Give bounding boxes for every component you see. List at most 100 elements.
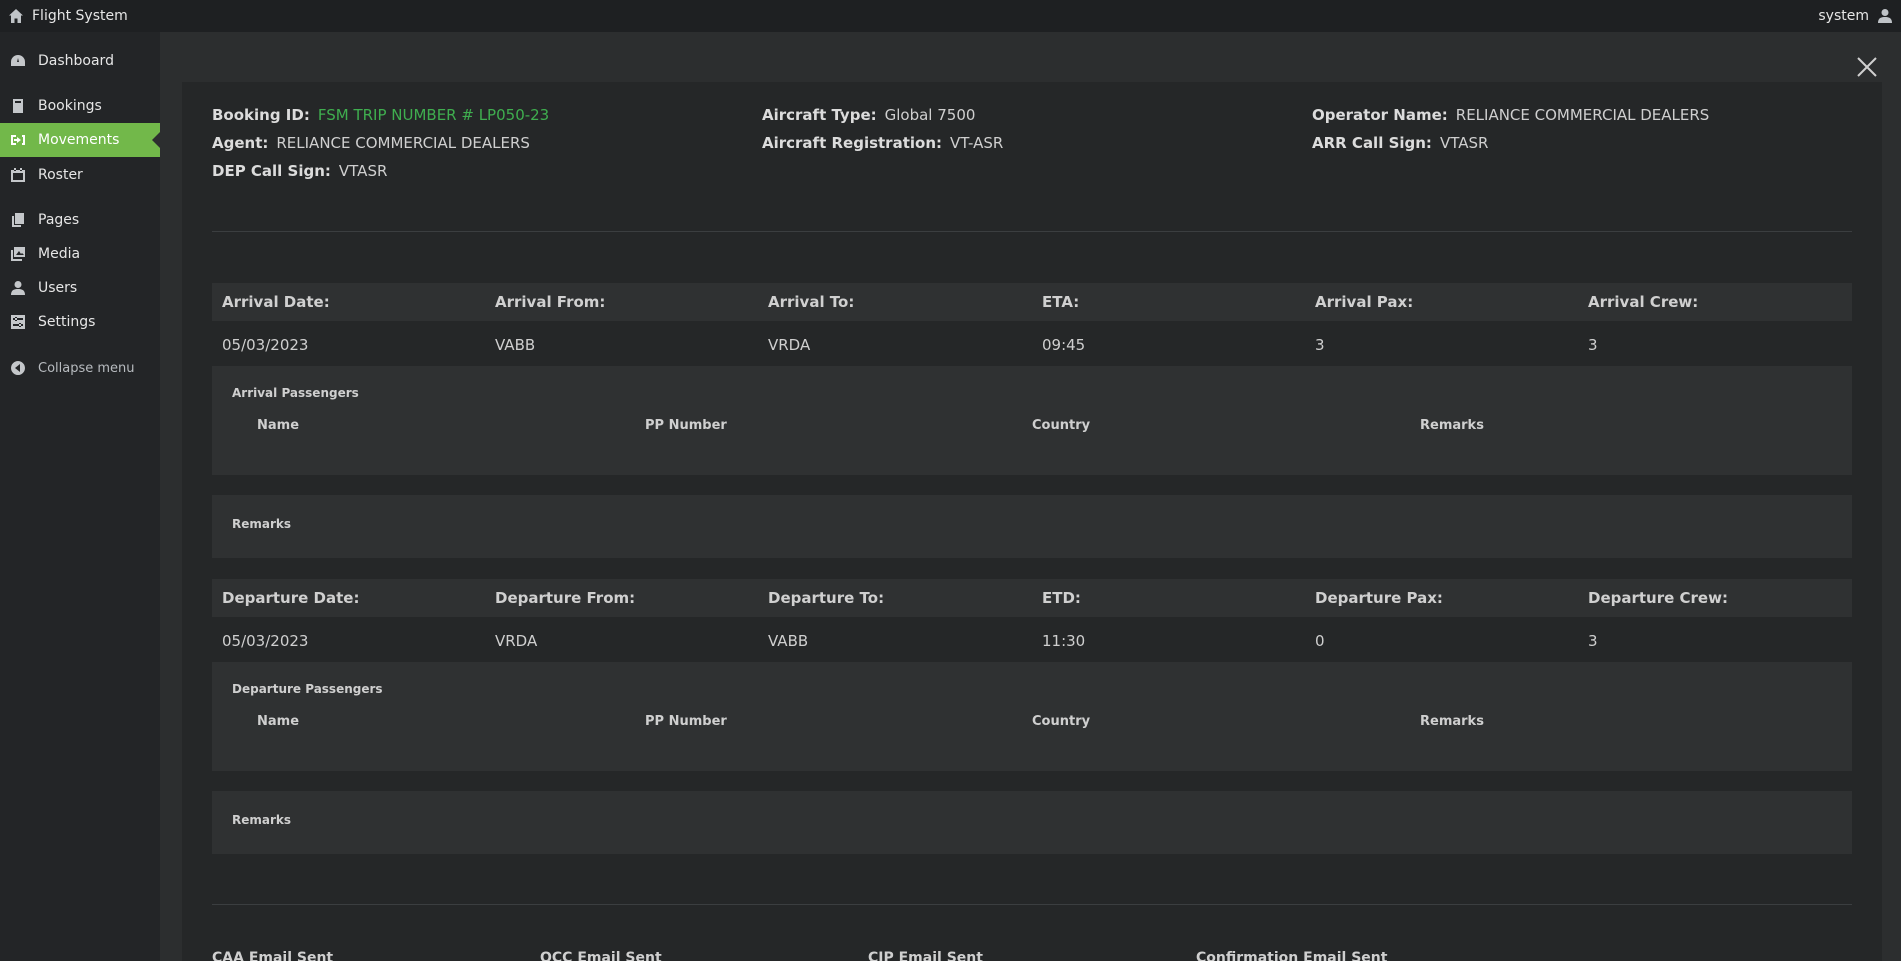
passenger-country-column[interactable]: Country xyxy=(1032,418,1090,433)
arrival-crew-header: Arrival Crew: xyxy=(1588,293,1699,311)
agent-value: RELIANCE COMMERCIAL DEALERS xyxy=(276,134,530,152)
dashboard-icon xyxy=(11,55,25,66)
arrival-remarks-title: Remarks xyxy=(232,517,292,531)
book-icon xyxy=(13,99,23,113)
passenger-name-column[interactable]: Name xyxy=(257,714,299,729)
departure-remarks-box: Remarks xyxy=(212,791,1852,854)
settings-icon xyxy=(11,315,25,329)
sidebar-item-movements[interactable]: Movements xyxy=(0,123,160,157)
arrival-data-row: 05/03/2023 VABB VRDA 09:45 3 3 xyxy=(212,323,1852,367)
top-bar: Flight System system xyxy=(0,0,1901,32)
dep-call-sign-field: DEP Call Sign: VTASR xyxy=(212,162,387,180)
aircraft-registration-label: Aircraft Registration: xyxy=(762,134,942,152)
arrival-crew-value: 3 xyxy=(1588,336,1598,354)
arr-call-sign-field: ARR Call Sign: VTASR xyxy=(1312,134,1488,152)
etd-value: 11:30 xyxy=(1042,632,1086,650)
sidebar-item-label: Dashboard xyxy=(38,53,114,69)
arrival-to-value: VRDA xyxy=(768,336,811,354)
divider xyxy=(212,904,1852,905)
sidebar-item-pages[interactable]: Pages xyxy=(0,203,160,237)
departure-passengers-title: Departure Passengers xyxy=(232,682,383,696)
passenger-country-column[interactable]: Country xyxy=(1032,714,1090,729)
arrival-from-value: VABB xyxy=(495,336,536,354)
sidebar-item-label: Settings xyxy=(38,314,96,330)
arrival-passengers-box: Arrival Passengers Name PP Number Countr… xyxy=(212,366,1852,475)
arrival-from-header: Arrival From: xyxy=(495,293,606,311)
passenger-remarks-column[interactable]: Remarks xyxy=(1420,714,1484,729)
departure-to-header: Departure To: xyxy=(768,589,885,607)
sidebar-item-users[interactable]: Users xyxy=(0,271,160,305)
departure-pax-value: 0 xyxy=(1315,632,1325,650)
collapse-menu-button[interactable]: Collapse menu xyxy=(0,351,160,385)
departure-header-row: Departure Date: Departure From: Departur… xyxy=(212,579,1852,617)
departure-crew-value: 3 xyxy=(1588,632,1598,650)
passenger-name-column[interactable]: Name xyxy=(257,418,299,433)
departure-from-header: Departure From: xyxy=(495,589,636,607)
user-menu[interactable]: system xyxy=(1818,8,1893,24)
sidebar-item-label: Roster xyxy=(38,167,83,183)
sidebar-item-label: Movements xyxy=(38,132,120,148)
sidebar-item-bookings[interactable]: Bookings xyxy=(0,89,160,123)
operator-name-field: Operator Name: RELIANCE COMMERCIAL DEALER… xyxy=(1312,106,1709,124)
user-name: system xyxy=(1818,8,1869,24)
passenger-remarks-column[interactable]: Remarks xyxy=(1420,418,1484,433)
sidebar-item-label: Media xyxy=(38,246,81,262)
sign-in-icon xyxy=(11,135,25,145)
sidebar-item-label: Bookings xyxy=(38,98,102,114)
close-icon xyxy=(1857,57,1877,77)
calendar-icon xyxy=(11,168,25,182)
agent-label: Agent: xyxy=(212,134,269,152)
arrival-passengers-title: Arrival Passengers xyxy=(232,386,359,400)
user-icon xyxy=(1878,9,1892,23)
agent-field: Agent: RELIANCE COMMERCIAL DEALERS xyxy=(212,134,530,152)
aircraft-registration-value: VT-ASR xyxy=(950,134,1004,152)
sidebar-item-roster[interactable]: Roster xyxy=(0,158,160,192)
dep-call-sign-value: VTASR xyxy=(338,162,388,180)
sidebar-item-media[interactable]: Media xyxy=(0,237,160,271)
passenger-pp-number-column[interactable]: PP Number xyxy=(645,418,727,433)
eta-header: ETA: xyxy=(1042,293,1080,311)
sidebar-item-settings[interactable]: Settings xyxy=(0,305,160,339)
arrival-pax-header: Arrival Pax: xyxy=(1315,293,1414,311)
operator-name-label: Operator Name: xyxy=(1312,106,1448,124)
departure-crew-header: Departure Crew: xyxy=(1588,589,1728,607)
collapse-menu-label: Collapse menu xyxy=(38,360,135,376)
booking-id-field: Booking ID: FSM TRIP NUMBER # LP050-23 xyxy=(212,106,549,124)
sidebar-item-dashboard[interactable]: Dashboard xyxy=(0,44,160,78)
arr-call-sign-label: ARR Call Sign: xyxy=(1312,134,1432,152)
arrival-date-value: 05/03/2023 xyxy=(222,336,309,354)
departure-data-row: 05/03/2023 VRDA VABB 11:30 0 3 xyxy=(212,619,1852,663)
occ-email-label: OCC Email Sent xyxy=(540,950,662,961)
departure-pax-header: Departure Pax: xyxy=(1315,589,1443,607)
aircraft-registration-field: Aircraft Registration: VT-ASR xyxy=(762,134,1003,152)
arrival-to-header: Arrival To: xyxy=(768,293,855,311)
user-icon xyxy=(11,281,25,295)
booking-id-label: Booking ID: xyxy=(212,106,310,124)
booking-id-value: FSM TRIP NUMBER # LP050-23 xyxy=(317,106,550,124)
departure-date-value: 05/03/2023 xyxy=(222,632,309,650)
departure-to-value: VABB xyxy=(768,632,809,650)
home-link[interactable]: Flight System xyxy=(8,8,128,24)
home-icon xyxy=(9,9,23,23)
eta-value: 09:45 xyxy=(1042,336,1086,354)
aircraft-type-label: Aircraft Type: xyxy=(762,106,877,124)
caa-email-label: CAA Email Sent xyxy=(212,950,334,961)
collapse-icon xyxy=(11,361,26,375)
etd-header: ETD: xyxy=(1042,589,1081,607)
cip-email-label: CIP Email Sent xyxy=(868,950,983,961)
departure-remarks-title: Remarks xyxy=(232,813,292,827)
arr-call-sign-value: VTASR xyxy=(1439,134,1489,152)
departure-passengers-box: Departure Passengers Name PP Number Coun… xyxy=(212,662,1852,771)
sidebar-item-label: Users xyxy=(38,280,78,296)
arrival-header-row: Arrival Date: Arrival From: Arrival To: … xyxy=(212,283,1852,321)
arrival-remarks-box: Remarks xyxy=(212,495,1852,558)
passenger-pp-number-column[interactable]: PP Number xyxy=(645,714,727,729)
departure-from-value: VRDA xyxy=(495,632,538,650)
app-title: Flight System xyxy=(32,8,128,24)
arrival-pax-value: 3 xyxy=(1315,336,1325,354)
close-button[interactable] xyxy=(1855,55,1879,79)
aircraft-type-field: Aircraft Type: Global 7500 xyxy=(762,106,975,124)
pages-icon xyxy=(12,213,24,227)
media-icon xyxy=(11,247,25,261)
dep-call-sign-label: DEP Call Sign: xyxy=(212,162,331,180)
